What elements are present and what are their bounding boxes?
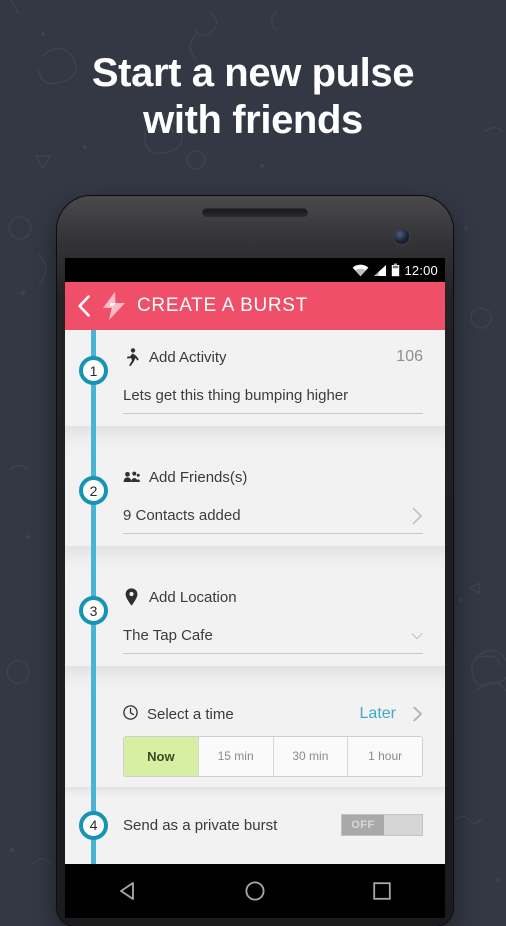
step-add-friends: 2 Add Friends(s) 9 Contacts added [65,452,445,546]
select-time-header: Select a time Later [123,700,423,728]
app-header: CREATE A BURST [65,282,445,330]
add-activity-label: Add Activity [149,348,227,366]
section-divider [65,787,445,799]
step-marker-1: 1 [79,356,108,385]
chevron-right-icon [412,507,422,524]
lightning-bolt-icon [103,292,125,320]
front-camera-icon [394,229,409,244]
battery-icon [392,263,400,277]
headline-line-1: Start a new pulse [91,51,415,95]
add-location-label-row: Add Location [123,582,423,612]
select-time-label: Select a time [147,705,234,723]
private-burst-toggle[interactable]: OFF [341,814,423,836]
step-add-location: 3 Add Location The Tap Cafe [65,572,445,666]
headline-line-2: with friends [143,98,363,143]
status-bar: 12:00 [65,258,445,282]
nav-recents-square-icon[interactable] [372,881,392,901]
add-location-label: Add Location [149,588,237,606]
location-selector-value: The Tap Cafe [123,627,213,644]
back-chevron-icon[interactable] [77,295,91,317]
map-pin-icon [123,588,140,606]
contacts-selector-value: 9 Contacts added [123,507,241,524]
step-marker-2: 2 [79,476,108,505]
phone-top-bezel [57,196,453,258]
time-option-1hour[interactable]: 1 hour [348,737,422,776]
select-time-section: Select a time Later Now 15 min 30 min 1 … [65,692,445,787]
create-burst-form: 1 Add Activity 106 Lets get this thing b… [65,330,445,864]
earpiece-speaker-icon [202,208,308,217]
android-navigation-bar [65,864,445,918]
chevron-down-icon [411,632,423,639]
chevron-right-icon[interactable] [412,706,423,722]
phone-screen: 12:00 CREATE A BURST 1 Add Activity 106 … [65,258,445,864]
activity-input-value: Lets get this thing bumping higher [123,387,349,404]
activity-input[interactable]: Lets get this thing bumping higher [123,378,423,414]
later-link[interactable]: Later [360,705,396,723]
add-friends-label-row: Add Friends(s) [123,462,423,492]
wifi-icon [353,264,369,276]
activity-char-counter: 106 [396,348,423,365]
step-marker-4-label: 4 [89,817,98,833]
phone-mockup: 12:00 CREATE A BURST 1 Add Activity 106 … [57,196,453,926]
status-bar-clock: 12:00 [404,262,438,278]
people-group-icon [123,468,140,486]
headline: Start a new pulse with friends [0,50,506,144]
time-option-30min[interactable]: 30 min [273,737,349,776]
step-add-activity: 1 Add Activity 106 Lets get this thing b… [65,330,445,426]
page-title: CREATE A BURST [137,295,308,316]
time-option-group: Now 15 min 30 min 1 hour [123,736,423,777]
time-option-15min[interactable]: 15 min [198,737,274,776]
section-divider [65,546,445,572]
step-marker-2-label: 2 [89,482,98,499]
contacts-selector[interactable]: 9 Contacts added [123,498,423,534]
step-marker-1-label: 1 [89,362,98,379]
walking-person-icon [123,348,140,366]
private-burst-label: Send as a private burst [123,816,278,834]
add-friends-label: Add Friends(s) [149,468,248,486]
signal-bars-icon [374,264,387,276]
location-selector[interactable]: The Tap Cafe [123,618,423,654]
step-marker-3-label: 3 [89,602,98,619]
step-marker-3: 3 [79,596,108,625]
private-burst-toggle-state: OFF [342,815,384,835]
add-activity-label-row: Add Activity 106 [123,342,423,372]
section-divider [65,666,445,692]
step-marker-4: 4 [79,810,108,840]
nav-back-triangle-icon[interactable] [118,881,138,901]
step-private-burst: 4 Send as a private burst OFF [65,799,445,843]
clock-icon [123,704,138,724]
nav-home-circle-icon[interactable] [244,880,266,902]
time-option-now[interactable]: Now [124,737,199,776]
section-divider [65,426,445,452]
